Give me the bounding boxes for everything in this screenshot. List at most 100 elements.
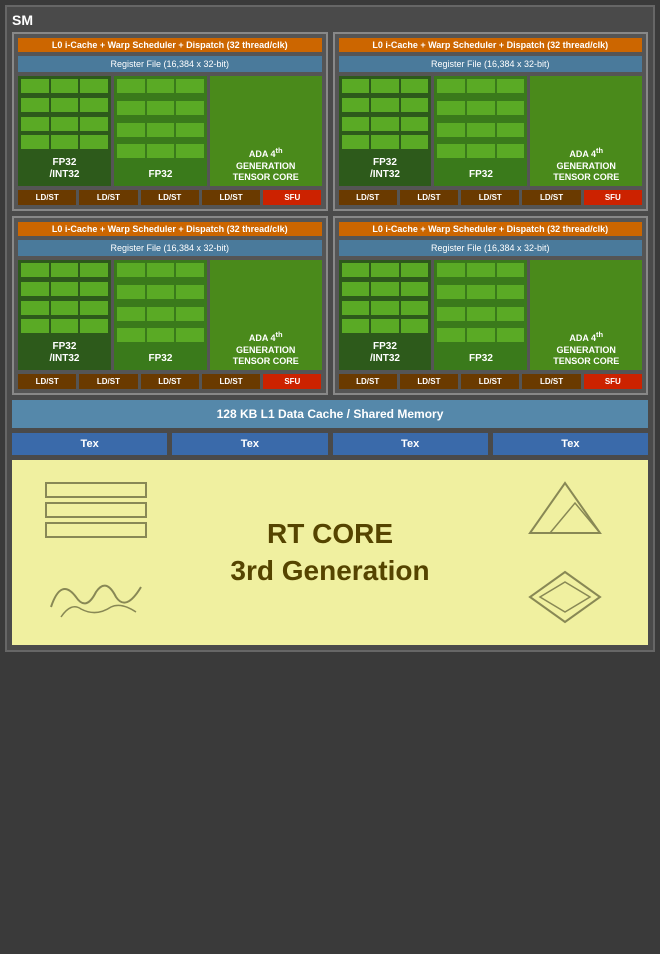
reg-file-3: Register File (16,384 x 32-bit) — [339, 240, 643, 256]
cell — [533, 263, 585, 277]
cell — [371, 135, 399, 149]
cell — [533, 111, 585, 125]
quadrant-3: L0 i-Cache + Warp Scheduler + Dispatch (… — [333, 216, 649, 395]
cell — [51, 263, 79, 277]
tensor-label-1: ADA 4thGENERATIONTENSOR CORE — [530, 144, 642, 189]
bottom-row-3: LD/ST LD/ST LD/ST LD/ST SFU — [339, 374, 643, 389]
cell — [176, 263, 204, 277]
cell — [51, 79, 79, 93]
ldst-2-3: LD/ST — [202, 374, 260, 389]
cell — [176, 123, 204, 137]
ldst-3-3: LD/ST — [522, 374, 580, 389]
cell — [147, 285, 175, 299]
col-fp32-3: FP32 — [434, 260, 527, 370]
fp32-label-3: FP32 — [434, 351, 527, 370]
l0-header-1: L0 i-Cache + Warp Scheduler + Dispatch (… — [339, 38, 643, 52]
cell — [497, 285, 525, 299]
cell — [51, 135, 79, 149]
fp32-cells-0 — [114, 76, 207, 167]
cell — [267, 295, 319, 309]
cell — [533, 311, 585, 325]
cell — [342, 263, 370, 277]
cell — [587, 311, 639, 325]
cell — [342, 135, 370, 149]
tensor-label-3: ADA 4thGENERATIONTENSOR CORE — [530, 328, 642, 373]
ldst-2-2: LD/ST — [141, 374, 199, 389]
cell — [437, 123, 465, 137]
cell — [213, 279, 265, 293]
rt-shape-triangle — [489, 473, 640, 543]
cell — [267, 127, 319, 141]
rt-shape-boxes — [20, 473, 171, 543]
col-fp32-int32-0: FP32/INT32 — [18, 76, 111, 186]
cell — [587, 79, 639, 93]
cell — [371, 98, 399, 112]
cell — [147, 307, 175, 321]
quadrant-1: L0 i-Cache + Warp Scheduler + Dispatch (… — [333, 32, 649, 211]
fp32-label-0: FP32 — [114, 167, 207, 186]
cell — [587, 127, 639, 141]
cell — [467, 101, 495, 115]
cell — [80, 282, 108, 296]
cell — [80, 79, 108, 93]
l0-header-2: L0 i-Cache + Warp Scheduler + Dispatch (… — [18, 222, 322, 236]
sfu-1: SFU — [584, 190, 642, 205]
cores-area-3: FP32/INT32 FP32 — [339, 260, 643, 370]
col-fp32-int32-2: FP32/INT32 — [18, 260, 111, 370]
cell — [117, 307, 145, 321]
cell — [147, 328, 175, 342]
cell — [497, 79, 525, 93]
cell — [437, 285, 465, 299]
cell — [497, 144, 525, 158]
cell — [51, 98, 79, 112]
col-fp32-2: FP32 — [114, 260, 207, 370]
cell — [80, 301, 108, 315]
bottom-row-2: LD/ST LD/ST LD/ST LD/ST SFU — [18, 374, 322, 389]
tensor-cells-0 — [210, 76, 322, 144]
tensor-label-2: ADA 4thGENERATIONTENSOR CORE — [210, 328, 322, 373]
cell — [21, 117, 49, 131]
reg-file-0: Register File (16,384 x 32-bit) — [18, 56, 322, 72]
col-fp32-0: FP32 — [114, 76, 207, 186]
cell — [497, 101, 525, 115]
cell — [147, 144, 175, 158]
sfu-2: SFU — [263, 374, 321, 389]
fp32-int32-cells-3 — [339, 260, 432, 339]
cell — [51, 282, 79, 296]
ldst-0-3: LD/ST — [202, 190, 260, 205]
cell — [467, 144, 495, 158]
cell — [213, 311, 265, 325]
cell — [117, 79, 145, 93]
bottom-row-0: LD/ST LD/ST LD/ST LD/ST SFU — [18, 190, 322, 205]
col-fp32-int32-3: FP32/INT32 — [339, 260, 432, 370]
cell — [117, 144, 145, 158]
cell — [21, 135, 49, 149]
cell — [437, 263, 465, 277]
cell — [267, 263, 319, 277]
tensor-cells-3 — [530, 260, 642, 328]
l0-header-0: L0 i-Cache + Warp Scheduler + Dispatch (… — [18, 38, 322, 52]
cell — [117, 101, 145, 115]
cell — [176, 307, 204, 321]
tex-1: Tex — [172, 433, 327, 455]
cell — [437, 79, 465, 93]
sfu-3: SFU — [584, 374, 642, 389]
cell — [587, 111, 639, 125]
cores-area-1: FP32/INT32 FP32 — [339, 76, 643, 186]
cell — [213, 295, 265, 309]
cell — [267, 111, 319, 125]
ldst-0-0: LD/ST — [18, 190, 76, 205]
ldst-0-1: LD/ST — [79, 190, 137, 205]
cell — [117, 263, 145, 277]
l0-header-3: L0 i-Cache + Warp Scheduler + Dispatch (… — [339, 222, 643, 236]
cell — [401, 263, 429, 277]
ldst-3-1: LD/ST — [400, 374, 458, 389]
tex-row: Tex Tex Tex Tex — [12, 433, 648, 455]
tex-0: Tex — [12, 433, 167, 455]
sfu-0: SFU — [263, 190, 321, 205]
cell — [437, 101, 465, 115]
sm-title: SM — [12, 12, 648, 28]
cell — [147, 263, 175, 277]
quadrant-2: L0 i-Cache + Warp Scheduler + Dispatch (… — [12, 216, 328, 395]
cell — [51, 301, 79, 315]
